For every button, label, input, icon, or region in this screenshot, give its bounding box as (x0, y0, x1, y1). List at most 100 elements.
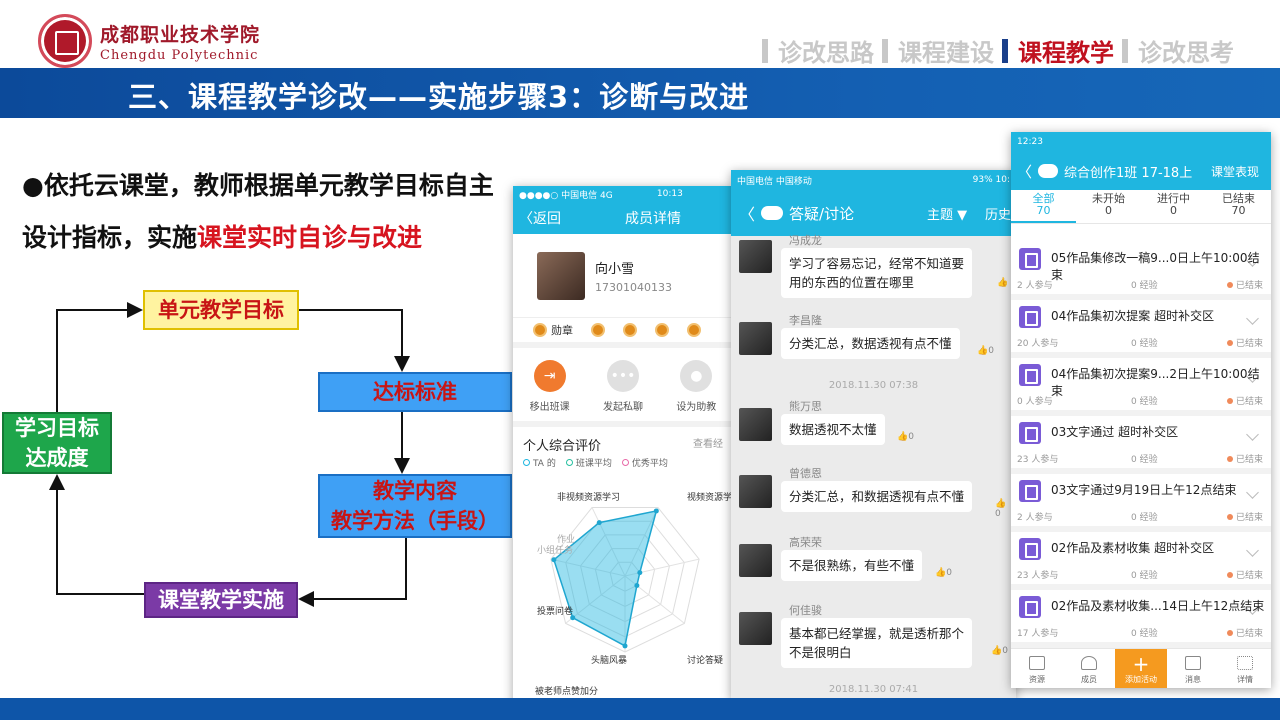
member-profile: 向小雪 17301040133 (513, 234, 733, 318)
like-icon[interactable]: 👍 (997, 278, 1008, 288)
class-title: 综合创作1班 17-18上 (1064, 165, 1193, 181)
footer-resources[interactable]: 资源 (1011, 649, 1063, 688)
status-badge: 已结束 (1226, 626, 1263, 639)
list-item[interactable]: 02作品及素材收集 超时补交区 23 人参与 0 经验 已结束 (1011, 532, 1271, 590)
timestamp: 2018.11.30 07:38 (828, 380, 919, 391)
member-title: 成员详情 (625, 211, 681, 227)
topic-filter-dropdown[interactable]: 主题 ▼ (927, 204, 967, 223)
cloud-icon (761, 206, 784, 220)
like-button[interactable]: 👍0 (977, 346, 994, 356)
avatar (739, 408, 772, 441)
message-author: 何佳骏 (789, 604, 822, 617)
medal-icon (623, 323, 637, 337)
bottom-tab-bar: 资源 成员 + 添加活动 消息 详情 (1011, 648, 1271, 688)
nav-item-course-construction[interactable]: 课程建设 (882, 33, 994, 68)
status-badge: 已结束 (1226, 568, 1263, 581)
add-activity-button[interactable]: + 添加活动 (1115, 649, 1167, 688)
flow-standard: 达标标准 (318, 372, 512, 412)
chevron-down-icon (1246, 486, 1259, 499)
private-chat-button[interactable]: ••• 发起私聊 (603, 360, 643, 413)
activity-icon (1019, 538, 1041, 560)
nav-item-diagnosis-approach[interactable]: 诊改思路 (762, 33, 874, 68)
chevron-down-icon (1246, 312, 1259, 325)
grid-icon (1237, 656, 1253, 670)
back-chevron-icon[interactable]: 〈 (1017, 161, 1032, 182)
list-item[interactable]: 02作品及素材收集...14日上午12点结束 17 人参与 0 经验 已结束 (1011, 590, 1271, 648)
list-item[interactable]: 03文字通过9月19日上午12点结束 2 人参与 0 经验 已结束 (1011, 474, 1271, 532)
like-button[interactable]: 👍0 (991, 646, 1008, 656)
radar-label-nonvideo: 非视频资源学习 (557, 493, 621, 503)
nav-divider (762, 38, 768, 63)
message-bubble: 数据透视不太懂 (781, 414, 885, 445)
footer-messages[interactable]: 消息 (1167, 649, 1219, 688)
flow-content-method: 教学内容 教学方法（手段） (318, 474, 512, 538)
radar-point (596, 520, 602, 526)
list-item[interactable]: 04作品集初次提案 超时补交区 20 人参与 0 经验 已结束 (1011, 300, 1271, 358)
legend-class-average: 班课平均 (565, 456, 612, 469)
timestamp: 2018.11.30 07:41 (828, 684, 919, 695)
arrow-goal-to-standard (299, 309, 410, 372)
view-more-link[interactable]: 查看经 (693, 435, 723, 454)
remove-from-class-button[interactable]: ⇥ 移出班课 (530, 360, 570, 413)
legend-self: TA 的 (523, 456, 556, 469)
set-assistant-button[interactable]: ● 设为助教 (676, 360, 716, 413)
tab-not-started[interactable]: 未开始 0 (1076, 190, 1141, 223)
list-item[interactable]: 05作品集修改一稿9...0日上午10:00结束 2 人参与 0 经验 已结束 (1011, 242, 1271, 300)
flow-unit-goal: 单元教学目标 (143, 290, 299, 330)
phone-activities: 12:23 〈 综合创作1班 17-18上 课堂表现 全部 70 未开始 0 进行中… (1011, 132, 1271, 688)
tab-all[interactable]: 全部 70 (1011, 190, 1076, 223)
message-bubble: 分类汇总，数据透视有点不懂 (781, 328, 960, 359)
message-author: 曾德恩 (789, 467, 822, 480)
nav-divider (1122, 38, 1128, 63)
medal-icon (655, 323, 669, 337)
tab-in-progress[interactable]: 进行中 0 (1141, 190, 1206, 223)
activity-icon (1019, 596, 1041, 618)
bottom-bar (0, 698, 1280, 720)
tab-finished[interactable]: 已结束 70 (1206, 190, 1271, 223)
nav-item-diagnosis-reflection[interactable]: 诊改思考 (1122, 33, 1234, 68)
avatar (739, 544, 772, 577)
back-button[interactable]: 〈返回 (519, 208, 561, 228)
avatar (537, 251, 585, 300)
message-bubble: 基本都已经掌握，就是透析那个 不是很明白 (781, 618, 973, 668)
member-phone: 17301040133 (595, 280, 672, 294)
flow-implementation: 课堂教学实施 (144, 582, 298, 618)
class-performance-button[interactable]: 课堂表现 (1211, 163, 1259, 180)
medal-icon (687, 323, 701, 337)
flow-achievement: 学习目标 达成度 (2, 412, 112, 474)
radar-point (634, 582, 640, 588)
phone-discussion: 中国电信 中国移动 93% 10: 〈 答疑/讨论 主题 ▼ 历史 冯成龙 学习了… (731, 170, 1016, 700)
list-item[interactable]: 03文字通过 超时补交区 23 人参与 0 经验 已结束 (1011, 416, 1271, 474)
status-bar: 12:23 (1011, 132, 1271, 152)
member-icon (1081, 656, 1097, 670)
list-item[interactable]: 04作品集初次提案9...2日上午10:00结束 0 人参与 0 经验 已结束 (1011, 358, 1271, 416)
member-actions: ⇥ 移出班课 ••• 发起私聊 ● 设为助教 (513, 348, 733, 427)
discussion-title: 答疑/讨论 (789, 204, 855, 223)
like-button[interactable]: 👍0 (995, 499, 1009, 519)
activity-icon (1019, 248, 1041, 270)
nav-item-course-teaching[interactable]: 课程教学 (1002, 33, 1114, 68)
activity-icon (1019, 480, 1041, 502)
nav-divider (882, 38, 888, 63)
radar-label-teacher-like: 被老师点赞加分 (535, 687, 599, 697)
footer-details[interactable]: 详情 (1219, 649, 1271, 688)
status-badge: 已结束 (1226, 278, 1263, 291)
member-nav-bar: 〈返回 成员详情 (513, 202, 733, 234)
radar-point (653, 508, 659, 514)
medal-row: 勋章 (513, 318, 733, 348)
phone-member-detail: ●●●●○ 中国电信 4G 10:13 〈返回 成员详情 向小雪 17301040… (513, 186, 733, 706)
back-chevron-icon[interactable]: 〈 (739, 201, 755, 225)
message-icon (1185, 656, 1201, 670)
arrow-content-to-implementation (298, 538, 407, 607)
radar-point (622, 643, 628, 649)
status-bar: 中国电信 中国移动 93% 10: (731, 170, 1016, 190)
message-bubble: 学习了容易忘记，经常不知道要 用的东西的位置在哪里 (781, 248, 973, 298)
message-author: 高荣荣 (789, 536, 822, 549)
person-icon: ● (680, 360, 713, 392)
arrow-implementation-to-achievement (49, 474, 144, 595)
like-button[interactable]: 👍0 (935, 568, 952, 578)
arrow-achievement-to-goal (56, 302, 143, 412)
history-button[interactable]: 历史 (985, 204, 1011, 223)
like-button[interactable]: 👍0 (897, 432, 914, 442)
footer-members[interactable]: 成员 (1063, 649, 1115, 688)
